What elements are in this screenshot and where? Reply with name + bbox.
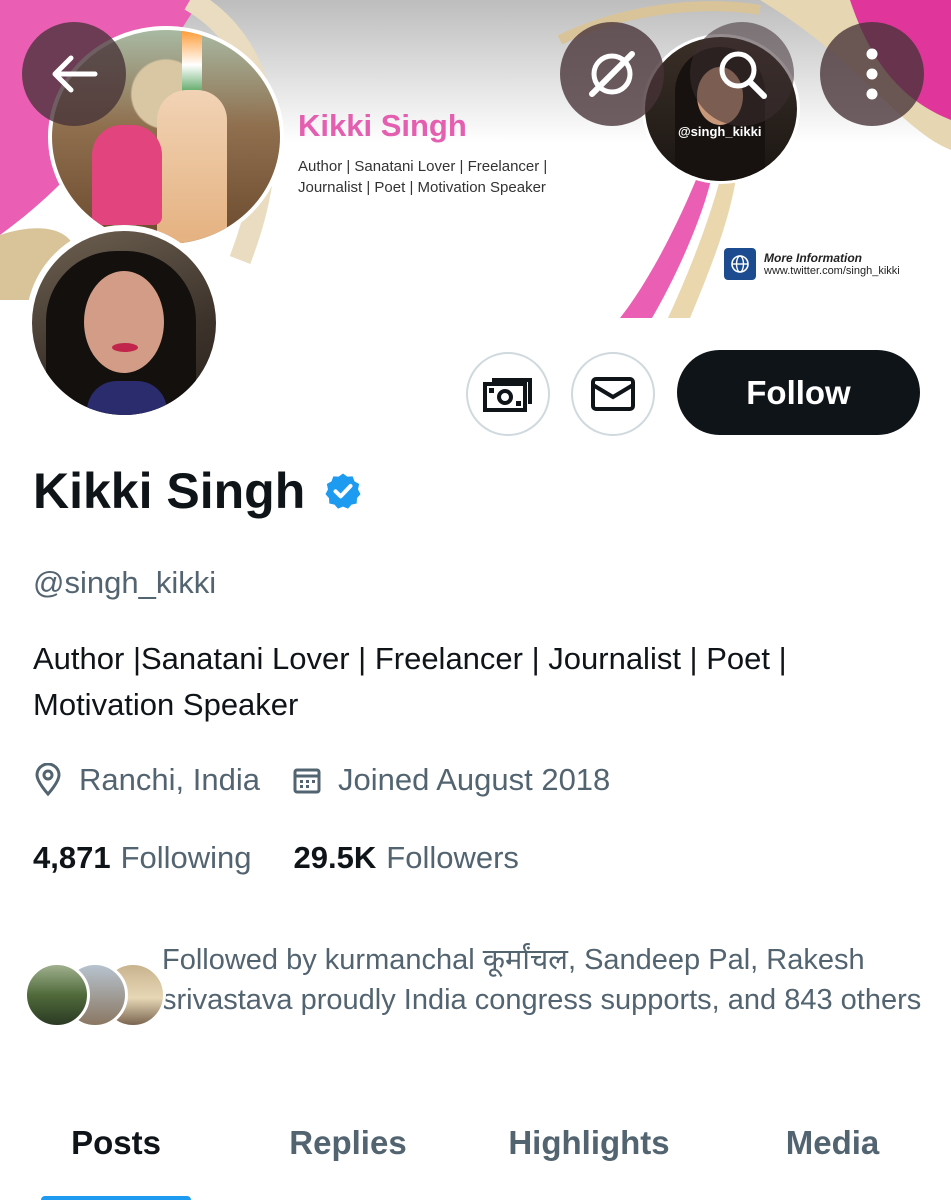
tab-label: Posts bbox=[71, 1124, 161, 1161]
money-icon bbox=[483, 378, 532, 412]
lips-shape bbox=[112, 343, 138, 352]
profile-meta: Ranchi, India Joined August 2018 bbox=[33, 762, 642, 798]
search-icon bbox=[719, 51, 767, 99]
followers-count: 29.5K bbox=[293, 840, 377, 875]
location-pin-icon bbox=[35, 763, 61, 797]
profile-handle: @singh_kikki bbox=[33, 565, 217, 600]
joined-item: Joined August 2018 bbox=[292, 762, 610, 798]
grok-icon bbox=[589, 51, 635, 97]
followed-by-avatars bbox=[24, 962, 166, 1032]
tab-highlights[interactable]: Highlights bbox=[464, 1110, 714, 1200]
location-text: Ranchi, India bbox=[79, 762, 260, 797]
more-info-url: www.twitter.com/singh_kikki bbox=[764, 265, 900, 277]
tip-button[interactable] bbox=[466, 352, 550, 436]
banner-title: Kikki Singh bbox=[298, 108, 467, 143]
back-arrow-icon bbox=[52, 55, 98, 93]
joined-text: Joined August 2018 bbox=[337, 762, 611, 797]
active-tab-indicator bbox=[41, 1196, 191, 1200]
calendar-icon bbox=[293, 768, 321, 794]
profile-tabs: Posts Replies Highlights Media bbox=[0, 1110, 951, 1200]
banner-tagline: Author | Sanatani Lover | Freelancer | J… bbox=[298, 156, 608, 198]
tab-label: Media bbox=[785, 1124, 880, 1161]
banner-more-info: More Information www.twitter.com/singh_k… bbox=[724, 248, 900, 280]
followers-link[interactable]: 29.5K Followers bbox=[294, 840, 519, 876]
globe-icon bbox=[724, 248, 756, 280]
profile-avatar[interactable] bbox=[26, 225, 222, 421]
name-row: Kikki Singh bbox=[33, 462, 363, 520]
profile-bio: Author |Sanatani Lover | Freelancer | Jo… bbox=[33, 636, 923, 728]
more-info-title: More Information bbox=[764, 251, 862, 265]
tab-replies[interactable]: Replies bbox=[232, 1110, 464, 1200]
following-label: Following bbox=[120, 840, 252, 875]
more-options-button[interactable] bbox=[820, 22, 924, 126]
display-name: Kikki Singh bbox=[33, 463, 306, 519]
followed-by-text: Followed by kurmanchal कूर्मांचल, Sandee… bbox=[162, 944, 922, 1016]
envelope-icon bbox=[591, 377, 635, 411]
tab-label: Highlights bbox=[508, 1124, 670, 1161]
banner-tagline-line: Author | Sanatani Lover | Freelancer | bbox=[298, 158, 548, 175]
followers-label: Followers bbox=[386, 840, 519, 875]
tab-posts[interactable]: Posts bbox=[0, 1110, 232, 1200]
following-count: 4,871 bbox=[33, 840, 111, 875]
follow-button[interactable]: Follow bbox=[677, 350, 920, 435]
follow-stats: 4,871 Following 29.5K Followers bbox=[33, 840, 561, 876]
face-shape bbox=[84, 271, 164, 373]
banner-tagline-line: Journalist | Poet | Motivation Speaker bbox=[298, 179, 546, 196]
person-figure bbox=[157, 90, 227, 244]
followed-by-section[interactable]: Followed by kurmanchal कूर्मांचल, Sandee… bbox=[24, 940, 927, 1032]
tab-label: Replies bbox=[289, 1124, 407, 1161]
search-button[interactable] bbox=[690, 22, 794, 126]
bio-line: Author |Sanatani Lover | Freelancer | Jo… bbox=[33, 641, 787, 676]
grok-button[interactable] bbox=[560, 22, 664, 126]
banner-photo-handle: @singh_kikki bbox=[678, 124, 762, 139]
verified-badge-icon[interactable] bbox=[323, 471, 363, 511]
following-link[interactable]: 4,871 Following bbox=[33, 840, 252, 876]
location-item: Ranchi, India bbox=[33, 762, 260, 798]
more-vertical-icon bbox=[866, 48, 878, 100]
clothing-shape bbox=[87, 381, 167, 415]
bio-line: Motivation Speaker bbox=[33, 687, 299, 722]
message-button[interactable] bbox=[571, 352, 655, 436]
person-figure bbox=[92, 125, 162, 225]
tab-media[interactable]: Media bbox=[714, 1110, 951, 1200]
avatar bbox=[24, 962, 90, 1028]
back-button[interactable] bbox=[22, 22, 126, 126]
